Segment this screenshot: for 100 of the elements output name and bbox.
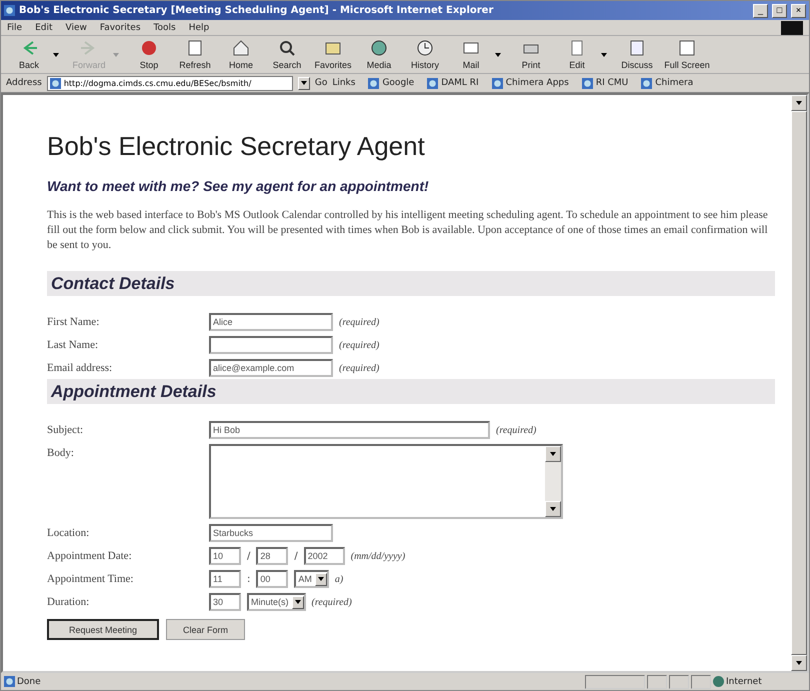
section-heading: Contact Details (47, 271, 775, 296)
input-field[interactable]: alice@example.com (209, 359, 333, 377)
toolbar-button[interactable]: Full Screen (661, 38, 713, 72)
toolbar-button[interactable]: Stop (127, 38, 171, 72)
clock-icon (415, 38, 435, 58)
go-button[interactable]: Go (314, 78, 328, 88)
input-field[interactable]: Hi Bob (209, 421, 490, 439)
menu-item[interactable]: View (66, 22, 87, 32)
page-icon (4, 5, 15, 16)
link-button[interactable]: Chimera (641, 78, 694, 88)
form-button[interactable]: Clear Form (166, 619, 246, 640)
form-button[interactable]: Request Meeting (47, 619, 160, 640)
input-field[interactable]: Alice (209, 313, 333, 331)
input-field[interactable]: 2002 (304, 547, 345, 565)
menu-item[interactable]: Help (188, 22, 210, 32)
input-field[interactable] (209, 336, 333, 354)
window-control-button[interactable]: _ (753, 4, 768, 18)
field-note: (required) (496, 424, 536, 436)
intro-paragraph: This is the web based interface to Bob's MS Outlook Calendar controlled by his intelligent meeting scheduling agent. To schedule an appointment to see him please fill out the form below and click submit. You will be presented with times when Bob is available. Upon acceptance of one of those times an email confirmation will be sent to you. (47, 208, 769, 253)
toolbar-button[interactable]: History (403, 38, 447, 72)
globe-icon (713, 676, 724, 687)
toolbar-button[interactable]: Home (219, 38, 263, 72)
address-field[interactable]: http://dogma.cimds.cs.cmu.edu/BESec/bsmith/ (46, 76, 293, 90)
zone-text: Internet (726, 676, 763, 686)
field-label: Appointment Time: (47, 572, 134, 585)
globe-icon (369, 38, 389, 58)
toolbar-button[interactable]: Back (7, 38, 51, 72)
field-note: (mm/dd/yyyy) (350, 550, 406, 562)
toolbar-button[interactable]: Favorites (311, 38, 355, 72)
caret-icon (550, 452, 556, 456)
field-note: (required) (339, 316, 380, 328)
page-icon (50, 78, 61, 88)
field-label: Duration: (47, 595, 90, 608)
caret-icon (796, 101, 802, 105)
caret-icon (294, 600, 301, 604)
field-label: Appointment Date: (47, 549, 133, 562)
separator: : (247, 574, 250, 584)
status-pane (669, 674, 689, 688)
dropdown-button[interactable] (298, 76, 310, 90)
link-button[interactable]: Google (368, 78, 414, 88)
caret-icon[interactable] (53, 52, 59, 56)
field-note: a) (334, 574, 344, 584)
menu-item[interactable]: Tools (154, 22, 176, 32)
page-icon (641, 78, 652, 88)
field-label: Email address: (47, 361, 114, 374)
field-note: (required) (339, 362, 380, 374)
separator: / (294, 550, 298, 562)
tagline: Want to meet with me? See my agent for an appointment! (47, 178, 430, 194)
caret-icon[interactable] (601, 52, 607, 56)
toolbar-button[interactable]: Media (357, 38, 401, 72)
separator: / (247, 550, 250, 562)
dropdown[interactable]: Minute(s) (247, 593, 306, 611)
input-field[interactable]: 28 (256, 547, 288, 565)
menu-item[interactable]: File (7, 22, 22, 32)
input-field[interactable]: 11 (209, 570, 241, 588)
status-pane (691, 674, 711, 688)
input-field[interactable]: Starbucks (209, 524, 333, 542)
page-icon (492, 78, 503, 88)
field-label: Body: (47, 446, 75, 459)
caret-icon (300, 81, 307, 85)
toolbar-button[interactable]: Edit (555, 38, 599, 72)
home-icon (231, 38, 251, 58)
link-button[interactable]: Chimera Apps (492, 78, 569, 88)
toolbar-button[interactable]: Mail (449, 38, 493, 72)
status-pane (647, 674, 667, 688)
caret-icon (796, 661, 802, 665)
link-button[interactable]: RI CMU (582, 78, 628, 88)
section-heading: Appointment Details (47, 379, 775, 404)
caret-icon (550, 507, 556, 511)
window-control-button[interactable]: □ (772, 4, 787, 18)
toolbar-button[interactable]: Search (265, 38, 309, 72)
status-text: Done (17, 676, 42, 686)
links-label: Links (332, 78, 356, 88)
window-control-button[interactable]: × (791, 4, 806, 18)
dropdown[interactable]: AM (294, 570, 329, 588)
field-label: Subject: (47, 423, 84, 436)
menu-item[interactable]: Favorites (100, 22, 141, 32)
page-icon (427, 78, 438, 88)
window-title: Bob's Electronic Secretary [Meeting Scheduling Agent] - Microsoft Internet Explorer (19, 5, 494, 16)
body-textarea[interactable] (209, 444, 563, 519)
page-heading: Bob's Electronic Secretary Agent (47, 131, 426, 162)
field-label: First Name: (47, 315, 100, 328)
field-label: Location: (47, 526, 90, 539)
field-note: (required) (339, 340, 380, 350)
input-field[interactable]: 00 (256, 570, 288, 588)
caret-icon[interactable] (495, 52, 501, 56)
page-icon (368, 78, 380, 88)
page-icon (4, 676, 15, 687)
page-icon (582, 78, 593, 88)
scrollbar[interactable] (791, 95, 807, 671)
field-label: Last Name: (47, 338, 100, 351)
menu-item[interactable]: Edit (35, 22, 52, 32)
field-note: (required) (312, 596, 352, 608)
toolbar-button[interactable]: Refresh (173, 38, 217, 72)
toolbar-button[interactable]: Discuss (615, 38, 659, 72)
input-field[interactable]: 10 (209, 547, 241, 565)
input-field[interactable]: 30 (209, 593, 241, 611)
status-pane (585, 674, 645, 688)
toolbar-button[interactable]: Print (509, 38, 553, 72)
link-button[interactable]: DAML RI (427, 78, 479, 88)
